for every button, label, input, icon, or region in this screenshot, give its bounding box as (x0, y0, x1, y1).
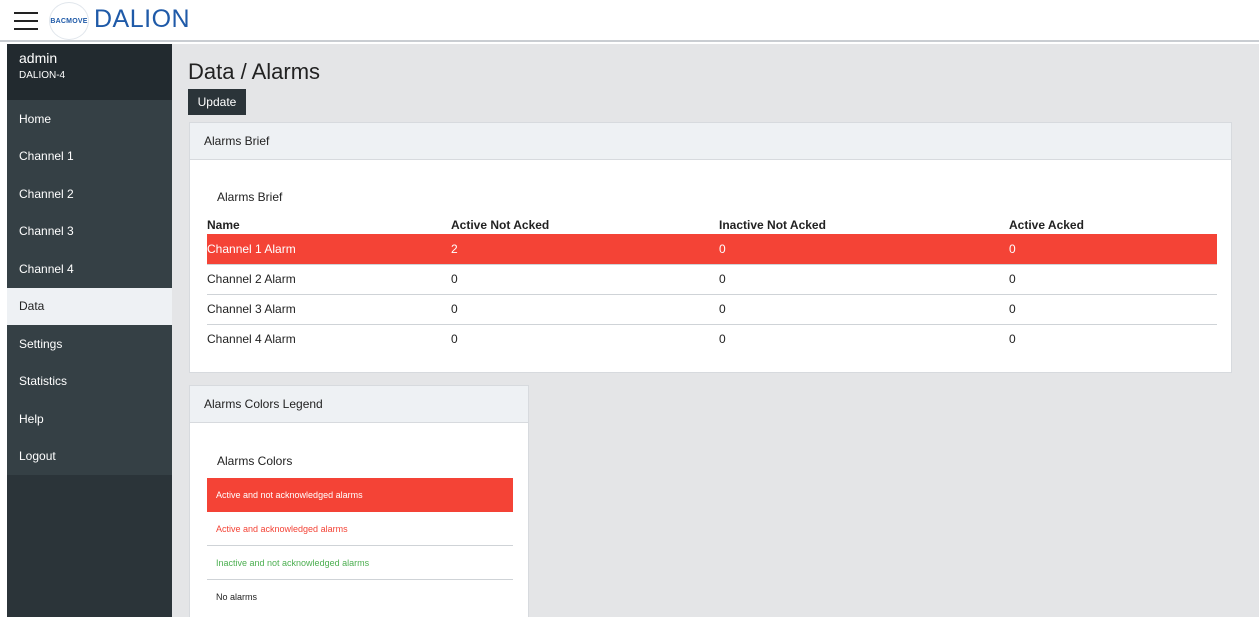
alarms-brief-panel: Alarms Brief Alarms Brief Name Active No… (189, 122, 1232, 373)
column-header-inactive-not-acked: Inactive Not Acked (719, 217, 826, 232)
alarms-legend-header: Alarms Colors Legend (190, 386, 528, 423)
sidebar-item-data[interactable]: Data (7, 287, 172, 325)
legend-list: Active and not acknowledged alarms Activ… (207, 478, 513, 614)
sidebar-item-home[interactable]: Home (7, 100, 172, 138)
active-not-acked-count: 2 (451, 234, 719, 264)
sidebar-item-channel-1[interactable]: Channel 1 (7, 137, 172, 175)
main-content: Data / Alarms Update Alarms Brief Alarms… (172, 44, 1259, 617)
sidebar-item-help[interactable]: Help (7, 400, 172, 438)
inactive-not-acked-count: 0 (719, 263, 1009, 294)
column-header-name: Name (207, 217, 240, 232)
active-acked-count: 0 (1009, 234, 1217, 264)
user-block: admin DALION-4 (7, 44, 172, 100)
table-row: Channel 4 Alarm 0 0 0 (207, 323, 1217, 354)
table-header-row: Name Active Not Acked Inactive Not Acked… (207, 215, 1217, 234)
alarms-legend-panel: Alarms Colors Legend Alarms Colors Activ… (189, 385, 529, 617)
device-name: DALION-4 (19, 70, 66, 81)
active-not-acked-count: 0 (451, 293, 719, 324)
legend-item-no-alarms: No alarms (216, 592, 258, 602)
table-row: Channel 2 Alarm 0 0 0 (207, 263, 1217, 294)
logo: BACMOVE (49, 2, 89, 40)
column-header-active-acked: Active Acked (1009, 217, 1084, 232)
page-title: Data / Alarms (188, 59, 321, 84)
active-not-acked-count: 0 (451, 263, 719, 294)
table-row: Channel 1 Alarm 2 0 0 (207, 234, 1217, 264)
sidebar-item-channel-2[interactable]: Channel 2 (7, 175, 172, 213)
logo-text: BACMOVE (50, 17, 88, 25)
sidebar-item-logout[interactable]: Logout (7, 437, 172, 475)
brand-name: DALION (94, 5, 191, 33)
active-acked-count: 0 (1009, 293, 1217, 324)
column-header-active-not-acked: Active Not Acked (451, 217, 550, 232)
update-button[interactable]: Update (188, 89, 246, 115)
legend-item-active-not-acked: Active and not acknowledged alarms (207, 478, 513, 512)
alarms-colors-title: Alarms Colors (217, 454, 293, 468)
inactive-not-acked-count: 0 (719, 323, 1009, 354)
alarm-name: Channel 3 Alarm (207, 293, 451, 324)
user-name: admin (19, 50, 58, 66)
alarm-name: Channel 1 Alarm (207, 234, 451, 264)
alarms-brief-header: Alarms Brief (190, 123, 1231, 160)
active-acked-count: 0 (1009, 263, 1217, 294)
sidebar: admin DALION-4 Home Channel 1 Channel 2 … (7, 44, 172, 617)
inactive-not-acked-count: 0 (719, 234, 1009, 264)
sidebar-item-channel-4[interactable]: Channel 4 (7, 250, 172, 288)
alarms-brief-title: Alarms Brief (217, 190, 283, 204)
sidebar-item-settings[interactable]: Settings (7, 325, 172, 363)
menu-icon[interactable] (14, 12, 38, 30)
sidebar-item-statistics[interactable]: Statistics (7, 362, 172, 400)
table-row: Channel 3 Alarm 0 0 0 (207, 293, 1217, 324)
alarm-name: Channel 2 Alarm (207, 263, 451, 294)
legend-item-active-acked: Active and acknowledged alarms (207, 512, 513, 546)
legend-item-inactive-not-acked: Inactive and not acknowledged alarms (207, 546, 513, 580)
sidebar-item-channel-3[interactable]: Channel 3 (7, 212, 172, 250)
alarm-name: Channel 4 Alarm (207, 323, 451, 354)
active-acked-count: 0 (1009, 323, 1217, 354)
alarms-table: Name Active Not Acked Inactive Not Acked… (207, 215, 1217, 354)
active-not-acked-count: 0 (451, 323, 719, 354)
inactive-not-acked-count: 0 (719, 293, 1009, 324)
top-bar: BACMOVE DALION (0, 0, 1259, 42)
